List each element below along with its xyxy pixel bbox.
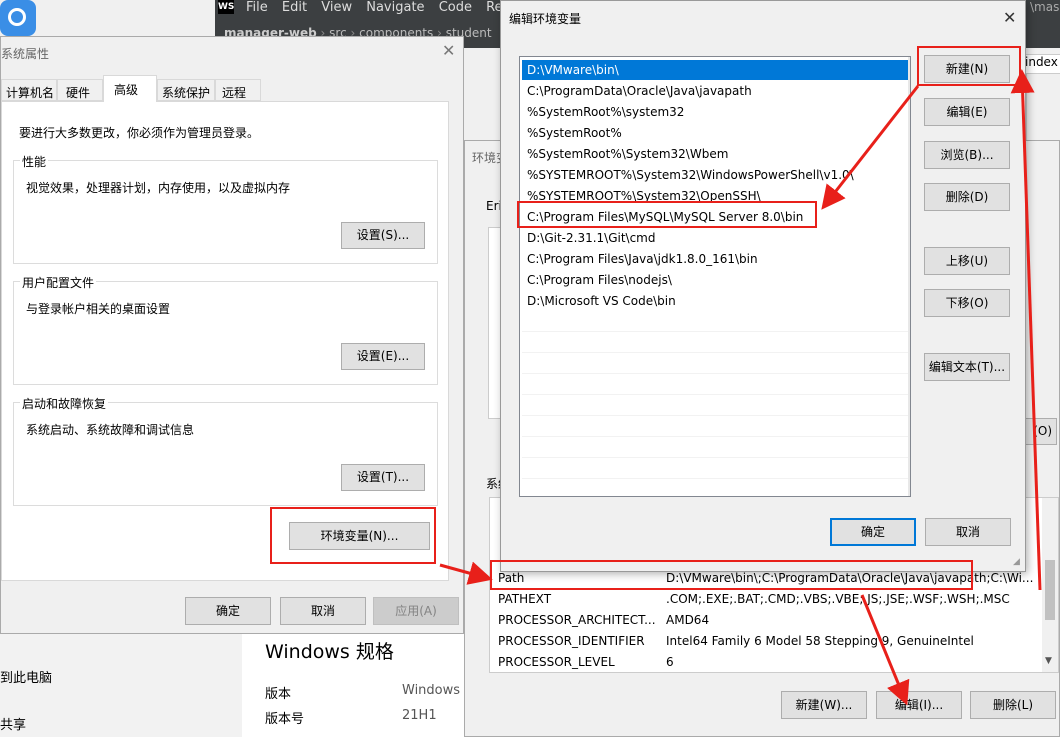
tab-advanced[interactable]: 高级 [103, 75, 157, 102]
annotation-arrows [439, 69, 1042, 706]
annotation-arrow [439, 69, 1042, 706]
